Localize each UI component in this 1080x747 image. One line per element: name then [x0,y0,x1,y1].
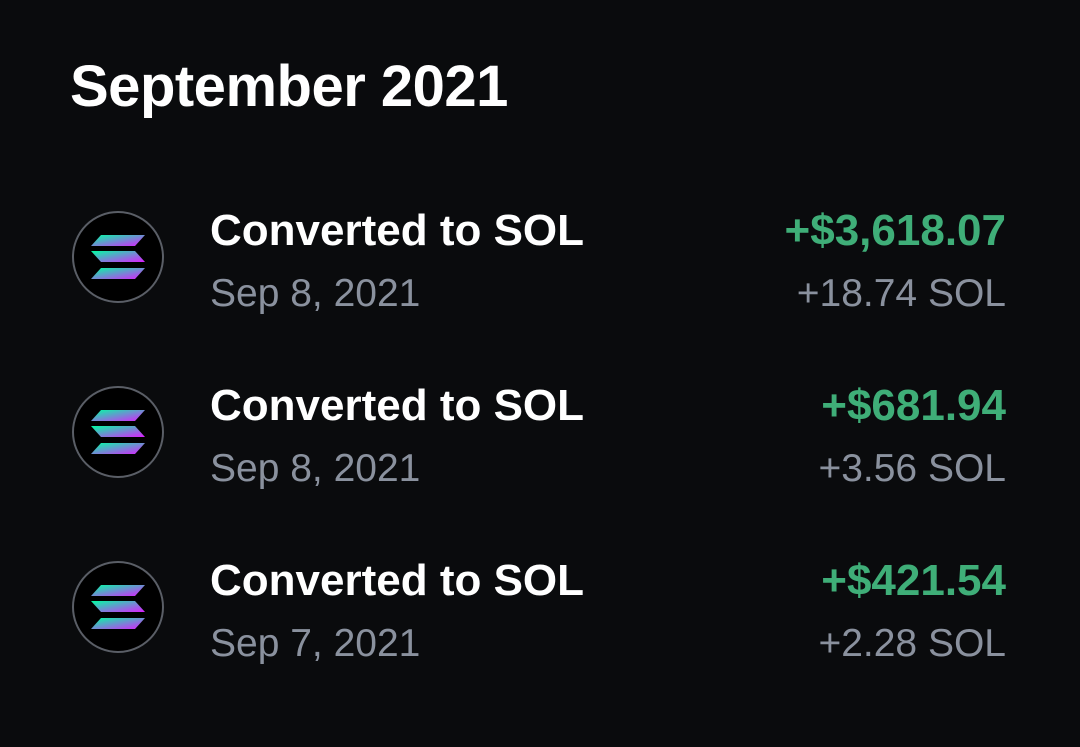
transaction-amount-crypto: +18.74 SOL [796,272,1006,315]
transaction-amount-crypto: +2.28 SOL [818,622,1006,665]
transaction-title: Converted to SOL [210,556,585,605]
transaction-row[interactable]: Converted to SOL Sep 8, 2021 +$3,618.07 … [0,188,1080,328]
solana-icon [72,386,164,478]
transaction-date: Sep 7, 2021 [210,622,421,665]
transaction-title: Converted to SOL [210,381,585,430]
transaction-row[interactable]: Converted to SOL Sep 8, 2021 +$681.94 +3… [0,363,1080,503]
solana-icon [72,211,164,303]
transaction-date: Sep 8, 2021 [210,272,421,315]
transaction-amount-usd: +$3,618.07 [784,206,1006,255]
transaction-title: Converted to SOL [210,206,585,255]
transaction-amount-crypto: +3.56 SOL [818,447,1006,490]
solana-icon [72,561,164,653]
transaction-amount-usd: +$681.94 [821,381,1006,430]
transaction-date: Sep 8, 2021 [210,447,421,490]
transaction-amount-usd: +$421.54 [821,556,1006,605]
transaction-row[interactable]: Converted to SOL Sep 7, 2021 +$421.54 +2… [0,538,1080,678]
transaction-list: Converted to SOL Sep 8, 2021 +$3,618.07 … [0,0,1080,747]
